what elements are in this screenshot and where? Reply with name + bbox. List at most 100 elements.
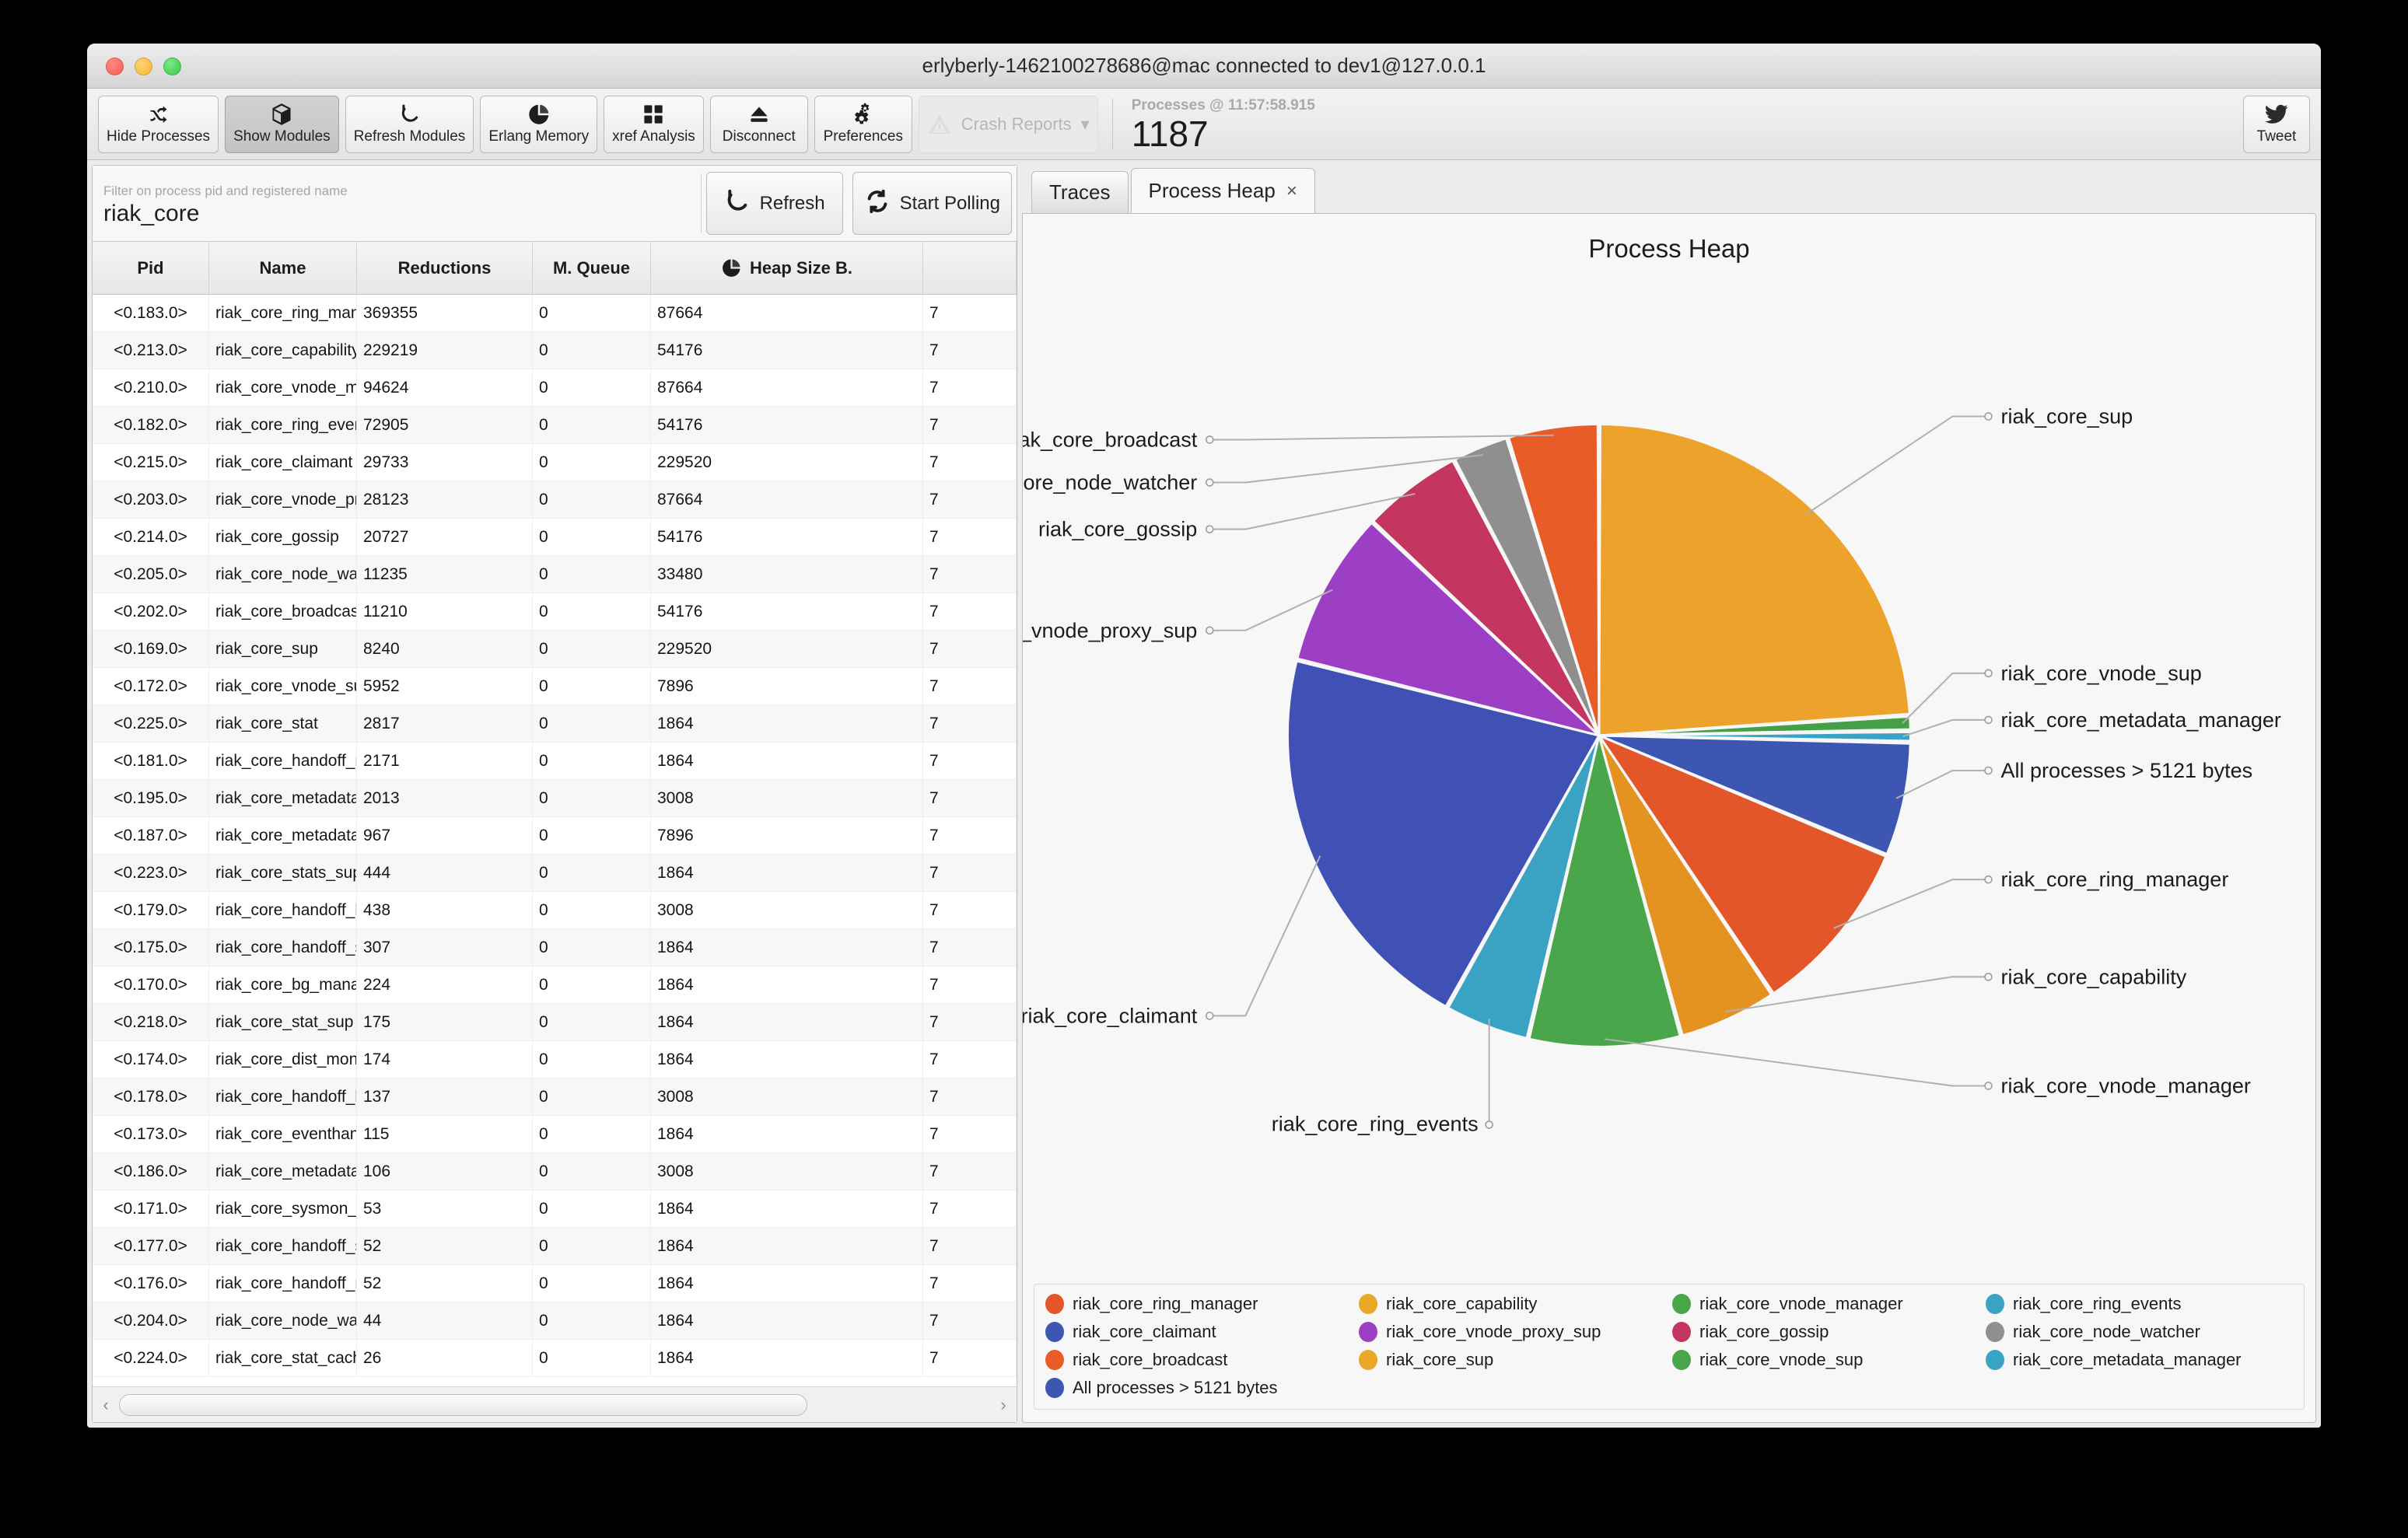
window-controls[interactable] bbox=[106, 44, 181, 89]
legend-item[interactable]: riak_core_gossip bbox=[1672, 1322, 1979, 1342]
window-title: erlyberly-1462100278686@mac connected to… bbox=[922, 54, 1486, 78]
cell-name: riak_core_handoff_list... bbox=[209, 1078, 357, 1115]
cell-name: riak_core_eventhandl... bbox=[209, 1116, 357, 1152]
table-row[interactable]: <0.186.0>riak_core_metadata_...106030087 bbox=[93, 1153, 1017, 1190]
pie-chart[interactable]: riak_core_supriak_core_vnode_supriak_cor… bbox=[1023, 270, 2315, 1279]
table-row[interactable]: <0.203.0>riak_core_vnode_pro...281230876… bbox=[93, 481, 1017, 519]
cell-tail: 7 bbox=[923, 780, 1017, 816]
cell-name: riak_core_ring_manager bbox=[209, 295, 357, 331]
process-counter-caption: Processes @ 11:57:58.915 bbox=[1132, 97, 1381, 114]
erlang-memory-button[interactable]: Erlang Memory bbox=[480, 96, 597, 153]
column-header-mqueue[interactable]: M. Queue bbox=[533, 242, 651, 294]
toolbar-button-label: Crash Reports bbox=[961, 114, 1072, 135]
zoom-window-button[interactable] bbox=[163, 58, 181, 75]
table-row[interactable]: <0.175.0>riak_core_handoff_sup307018647 bbox=[93, 929, 1017, 966]
column-header-heap-size[interactable]: Heap Size B. bbox=[651, 242, 923, 294]
cell-name: riak_core_handoff_sup bbox=[209, 929, 357, 966]
table-row[interactable]: <0.170.0>riak_core_bg_manager224018647 bbox=[93, 966, 1017, 1004]
table-row[interactable]: <0.218.0>riak_core_stat_sup175018647 bbox=[93, 1004, 1017, 1041]
table-row[interactable]: <0.214.0>riak_core_gossip207270541767 bbox=[93, 519, 1017, 556]
column-header-reductions[interactable]: Reductions bbox=[357, 242, 533, 294]
table-row[interactable]: <0.202.0>riak_core_broadcast112100541767 bbox=[93, 593, 1017, 631]
scroll-right-arrow-icon[interactable]: › bbox=[995, 1395, 1012, 1415]
table-row[interactable]: <0.187.0>riak_core_metadata_...967078967 bbox=[93, 817, 1017, 855]
toolbar-button-label: Preferences bbox=[824, 128, 903, 145]
table-row[interactable]: <0.179.0>riak_core_handoff_list...438030… bbox=[93, 892, 1017, 929]
legend-item[interactable]: riak_core_ring_events bbox=[1986, 1294, 2293, 1314]
cell-heap: 1864 bbox=[651, 1302, 923, 1339]
table-row[interactable]: <0.173.0>riak_core_eventhandl...11501864… bbox=[93, 1116, 1017, 1153]
column-header-pid[interactable]: Pid bbox=[93, 242, 209, 294]
legend-item[interactable]: All processes > 5121 bytes bbox=[1045, 1378, 1353, 1398]
refresh-button[interactable]: Refresh bbox=[706, 172, 843, 235]
cell-name: riak_core_vnode_pro... bbox=[209, 481, 357, 518]
legend-item[interactable]: riak_core_ring_manager bbox=[1045, 1294, 1353, 1314]
table-row[interactable]: <0.176.0>riak_core_handoff_re...52018647 bbox=[93, 1265, 1017, 1302]
sync-icon bbox=[864, 187, 891, 219]
pie-label-leader-line bbox=[1209, 856, 1320, 1016]
hide-processes-button[interactable]: Hide Processes bbox=[98, 96, 219, 153]
table-row[interactable]: <0.177.0>riak_core_handoff_se...52018647 bbox=[93, 1228, 1017, 1265]
tab-traces[interactable]: Traces bbox=[1031, 171, 1129, 213]
legend-item[interactable]: riak_core_claimant bbox=[1045, 1322, 1353, 1342]
column-header-extra[interactable] bbox=[923, 242, 1017, 294]
pie-slice[interactable] bbox=[1599, 424, 1910, 735]
table-row[interactable]: <0.204.0>riak_core_node_watc...44018647 bbox=[93, 1302, 1017, 1340]
table-row[interactable]: <0.225.0>riak_core_stat2817018647 bbox=[93, 705, 1017, 743]
table-row[interactable]: <0.195.0>riak_core_metadata_...201303008… bbox=[93, 780, 1017, 817]
scrollbar-thumb[interactable] bbox=[119, 1394, 807, 1416]
table-row[interactable]: <0.181.0>riak_core_handoff_m...217101864… bbox=[93, 743, 1017, 780]
process-filter-input[interactable]: Filter on process pid and registered nam… bbox=[93, 166, 701, 241]
cell-name: riak_core_handoff_list... bbox=[209, 892, 357, 928]
cell-tail: 7 bbox=[923, 892, 1017, 928]
cell-heap: 1864 bbox=[651, 1190, 923, 1227]
table-row[interactable]: <0.178.0>riak_core_handoff_list...137030… bbox=[93, 1078, 1017, 1116]
scrollbar-track[interactable] bbox=[119, 1394, 990, 1416]
cell-mqueue: 0 bbox=[533, 481, 651, 518]
close-window-button[interactable] bbox=[106, 58, 124, 75]
cell-heap: 1864 bbox=[651, 1116, 923, 1152]
legend-color-swatch bbox=[1045, 1378, 1064, 1398]
disconnect-button[interactable]: Disconnect bbox=[710, 96, 808, 153]
table-row[interactable]: <0.169.0>riak_core_sup824002295207 bbox=[93, 631, 1017, 668]
xref-analysis-button[interactable]: xref Analysis bbox=[604, 96, 704, 153]
cell-name: riak_core_stat_sup bbox=[209, 1004, 357, 1040]
column-header-name[interactable]: Name bbox=[209, 242, 357, 294]
table-row[interactable]: <0.172.0>riak_core_vnode_sup5952078967 bbox=[93, 668, 1017, 705]
tweet-button[interactable]: Tweet bbox=[2243, 96, 2310, 153]
start-polling-button[interactable]: Start Polling bbox=[852, 172, 1012, 235]
table-row[interactable]: <0.223.0>riak_core_stats_sup444018647 bbox=[93, 855, 1017, 892]
refresh-modules-button[interactable]: Refresh Modules bbox=[345, 96, 474, 153]
legend-item[interactable]: riak_core_sup bbox=[1359, 1350, 1666, 1370]
tab-label: Process Heap bbox=[1149, 179, 1276, 203]
table-row[interactable]: <0.210.0>riak_core_vnode_ma...9462408766… bbox=[93, 369, 1017, 407]
show-modules-button[interactable]: Show Modules bbox=[225, 96, 339, 153]
legend-item[interactable]: riak_core_vnode_proxy_sup bbox=[1359, 1322, 1666, 1342]
legend-item[interactable]: riak_core_vnode_manager bbox=[1672, 1294, 1979, 1314]
table-row[interactable]: <0.183.0>riak_core_ring_manager369355087… bbox=[93, 295, 1017, 332]
scroll-left-arrow-icon[interactable]: ‹ bbox=[97, 1395, 114, 1415]
legend-item[interactable]: riak_core_capability bbox=[1359, 1294, 1666, 1314]
table-row[interactable]: <0.174.0>riak_core_dist_mon174018647 bbox=[93, 1041, 1017, 1078]
pie-slice-label: riak_core_capability bbox=[2001, 965, 2187, 988]
table-row[interactable]: <0.213.0>riak_core_capability22921905417… bbox=[93, 332, 1017, 369]
legend-item[interactable]: riak_core_broadcast bbox=[1045, 1350, 1353, 1370]
minimize-window-button[interactable] bbox=[135, 58, 152, 75]
table-row[interactable]: <0.171.0>riak_core_sysmon_mi...53018647 bbox=[93, 1190, 1017, 1228]
cell-reductions: 175 bbox=[357, 1004, 533, 1040]
cell-heap: 1864 bbox=[651, 1340, 923, 1376]
table-row[interactable]: <0.205.0>riak_core_node_watc...112350334… bbox=[93, 556, 1017, 593]
preferences-button[interactable]: Preferences bbox=[814, 96, 912, 153]
table-row[interactable]: <0.215.0>riak_core_claimant2973302295207 bbox=[93, 444, 1017, 481]
table-row[interactable]: <0.182.0>riak_core_ring_events7290505417… bbox=[93, 407, 1017, 444]
legend-item[interactable]: riak_core_vnode_sup bbox=[1672, 1350, 1979, 1370]
tab-process-heap[interactable]: Process Heap × bbox=[1131, 168, 1315, 213]
horizontal-scrollbar[interactable]: ‹ › bbox=[93, 1386, 1017, 1422]
legend-item[interactable]: riak_core_node_watcher bbox=[1986, 1322, 2293, 1342]
legend-item[interactable]: riak_core_metadata_manager bbox=[1986, 1350, 2293, 1370]
table-row[interactable]: <0.224.0>riak_core_stat_cache26018647 bbox=[93, 1340, 1017, 1377]
process-filter-placeholder: Filter on process pid and registered nam… bbox=[103, 184, 690, 199]
tab-label: Traces bbox=[1049, 180, 1111, 204]
cube-icon bbox=[271, 103, 292, 126]
close-icon[interactable]: × bbox=[1286, 180, 1297, 202]
